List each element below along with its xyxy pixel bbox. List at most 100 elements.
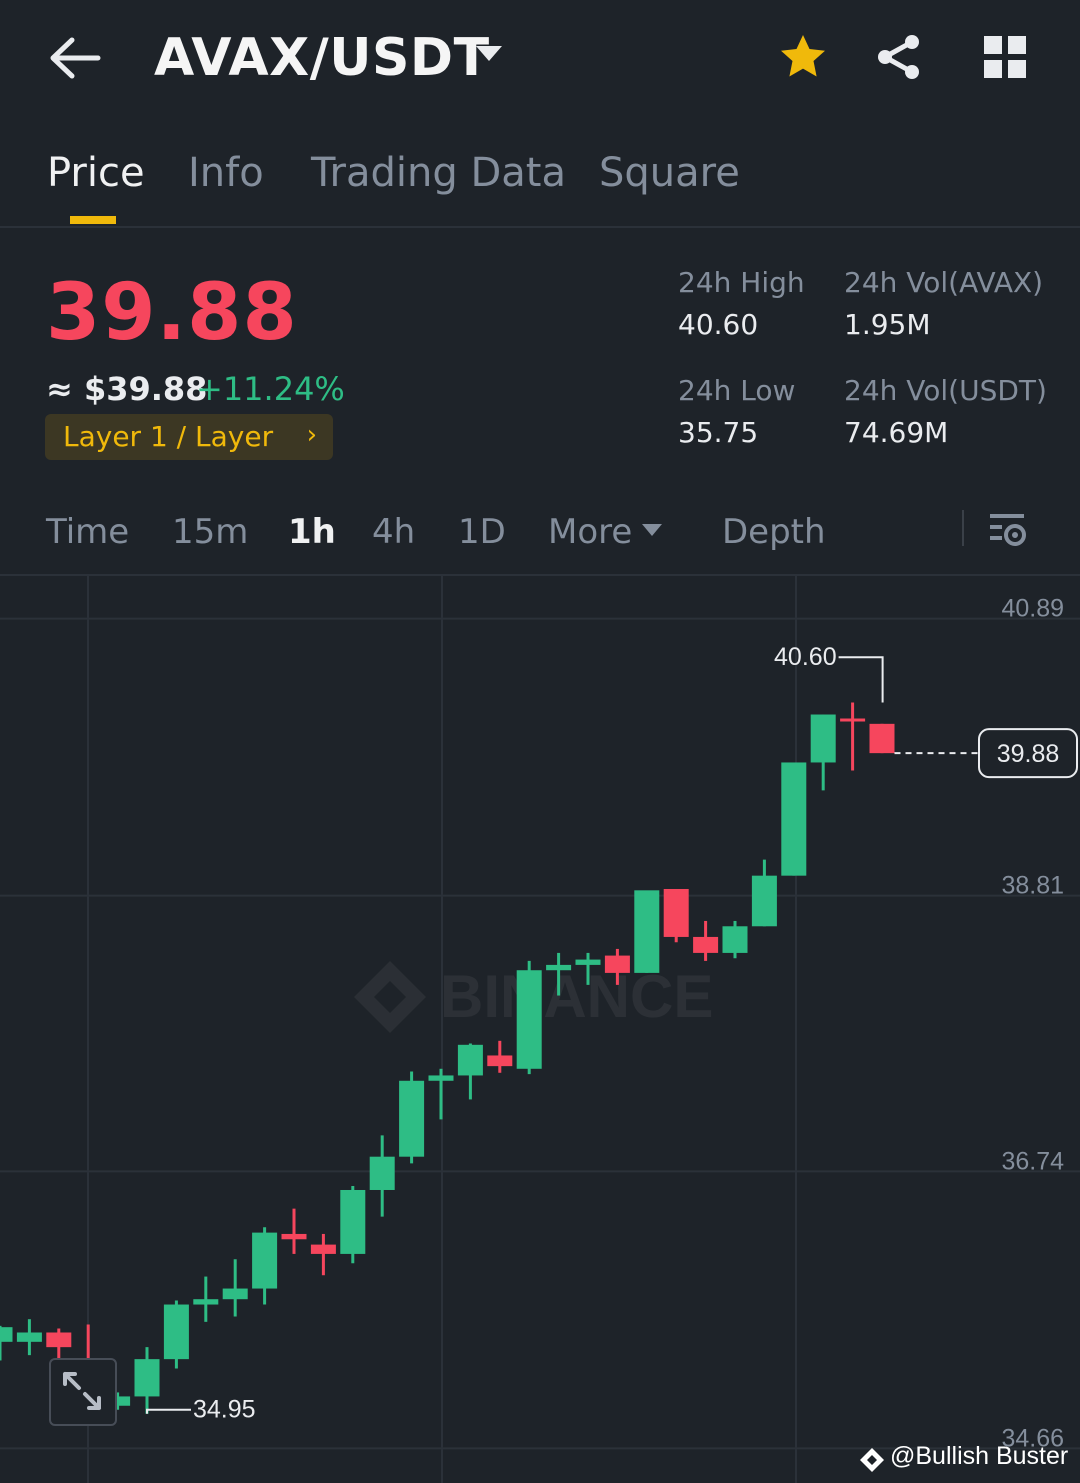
low-label: 24h Low bbox=[678, 374, 796, 407]
category-tag[interactable]: Layer 1 / Layer › bbox=[45, 414, 333, 460]
candle-body bbox=[869, 723, 895, 754]
depth-tab[interactable]: Depth bbox=[722, 512, 826, 552]
candle-body bbox=[16, 1332, 42, 1342]
y-tick-label: 40.89 bbox=[1001, 595, 1064, 623]
last-price: 39.88 bbox=[46, 268, 298, 358]
y-tick-label: 36.74 bbox=[1001, 1147, 1064, 1175]
candle bbox=[222, 1259, 248, 1317]
candle bbox=[281, 1208, 307, 1254]
candle-body bbox=[840, 718, 866, 722]
expand-icon bbox=[63, 1372, 101, 1410]
candle bbox=[487, 1040, 513, 1073]
candle bbox=[310, 1233, 336, 1276]
candle bbox=[751, 859, 777, 927]
interval-bar: Time 15m 1h 4h 1D More Depth bbox=[0, 500, 1080, 576]
usd-price: ≈ $39.88 bbox=[46, 370, 208, 408]
tab-bar: Price Info Trading Data Square bbox=[0, 130, 1080, 228]
interval-time[interactable]: Time bbox=[46, 512, 129, 552]
candle bbox=[193, 1276, 219, 1322]
candle-body bbox=[222, 1288, 248, 1300]
candle-body bbox=[0, 1327, 13, 1342]
vol-base-value: 1.95M bbox=[844, 308, 931, 341]
candle bbox=[399, 1071, 425, 1164]
back-arrow-icon[interactable] bbox=[48, 36, 102, 80]
candle bbox=[0, 1325, 13, 1361]
candle bbox=[134, 1347, 160, 1414]
candle bbox=[16, 1319, 42, 1356]
candle bbox=[634, 890, 660, 973]
candle-body bbox=[369, 1156, 395, 1190]
interval-15m[interactable]: 15m bbox=[172, 512, 248, 552]
grid-icon[interactable] bbox=[984, 36, 1026, 78]
candle-body bbox=[163, 1304, 189, 1360]
candle-body bbox=[252, 1232, 278, 1289]
interval-4h[interactable]: 4h bbox=[372, 512, 415, 552]
candle bbox=[428, 1068, 454, 1120]
candle bbox=[869, 723, 895, 754]
interval-1h[interactable]: 1h bbox=[288, 512, 336, 552]
vol-base-label: 24h Vol(AVAX) bbox=[844, 266, 1044, 299]
chart-settings-icon[interactable] bbox=[988, 510, 1028, 550]
candle bbox=[722, 920, 748, 959]
candle bbox=[663, 888, 689, 943]
fullscreen-button[interactable] bbox=[49, 1358, 117, 1426]
category-tag-label: Layer 1 / Layer bbox=[63, 420, 274, 453]
candle-body bbox=[634, 890, 660, 973]
candle bbox=[781, 762, 807, 876]
candle-body bbox=[546, 964, 572, 971]
low-value: 35.75 bbox=[678, 416, 759, 449]
tab-info[interactable]: Info bbox=[188, 150, 264, 196]
low-marker-line bbox=[146, 1408, 191, 1414]
tab-square[interactable]: Square bbox=[599, 150, 740, 196]
interval-more[interactable]: More bbox=[548, 512, 632, 552]
high-label: 24h High bbox=[678, 266, 805, 299]
candle bbox=[340, 1185, 366, 1264]
candle bbox=[810, 714, 836, 791]
candle bbox=[163, 1300, 189, 1369]
candle-body bbox=[310, 1244, 336, 1254]
y-tick-label: 38.81 bbox=[1001, 872, 1064, 900]
interval-1d[interactable]: 1D bbox=[458, 512, 506, 552]
candle bbox=[840, 702, 866, 771]
candle-body bbox=[193, 1299, 219, 1305]
tab-price[interactable]: Price bbox=[47, 150, 145, 196]
candle-body bbox=[46, 1332, 72, 1348]
watermark-text: BINANCE bbox=[440, 963, 713, 1030]
candle-body bbox=[487, 1055, 513, 1067]
active-tab-indicator bbox=[70, 216, 116, 224]
pair-title[interactable]: AVAX/USDT bbox=[154, 28, 490, 88]
high-marker-label: 40.60 bbox=[774, 643, 837, 671]
author-watermark: @Bullish Buster bbox=[890, 1442, 1069, 1470]
candle bbox=[516, 960, 542, 1075]
candle-body bbox=[134, 1359, 160, 1397]
last-price-label: 39.88 bbox=[997, 740, 1060, 768]
candle-body bbox=[722, 926, 748, 953]
candlestick-chart[interactable]: 40.8938.8136.7434.66 BINANCE 40.6034.953… bbox=[0, 576, 1080, 1483]
candle-body bbox=[781, 762, 807, 876]
candle bbox=[457, 1043, 483, 1100]
candle-body bbox=[281, 1233, 307, 1240]
candle-body bbox=[751, 875, 777, 927]
star-icon[interactable] bbox=[778, 32, 828, 82]
change-percent: +11.24% bbox=[196, 370, 345, 408]
candle-body bbox=[663, 888, 689, 937]
candle-body bbox=[399, 1080, 425, 1157]
candle-body bbox=[428, 1075, 454, 1081]
candle-body bbox=[604, 955, 630, 973]
binance-logo-icon bbox=[860, 1448, 884, 1472]
candle-body bbox=[693, 936, 719, 953]
vol-quote-value: 74.69M bbox=[844, 416, 949, 449]
candle bbox=[369, 1135, 395, 1217]
candle bbox=[693, 920, 719, 961]
tab-trading-data[interactable]: Trading Data bbox=[311, 150, 566, 196]
chevron-right-icon: › bbox=[306, 420, 317, 450]
low-marker-label: 34.95 bbox=[193, 1396, 256, 1424]
vol-quote-label: 24h Vol(USDT) bbox=[844, 374, 1047, 407]
chevron-down-icon[interactable] bbox=[476, 46, 502, 61]
high-marker-line bbox=[838, 656, 884, 703]
candle-body bbox=[457, 1044, 483, 1076]
candle bbox=[252, 1227, 278, 1305]
more-caret-icon bbox=[642, 524, 662, 536]
candle-body bbox=[575, 959, 601, 965]
share-icon[interactable] bbox=[876, 34, 922, 80]
